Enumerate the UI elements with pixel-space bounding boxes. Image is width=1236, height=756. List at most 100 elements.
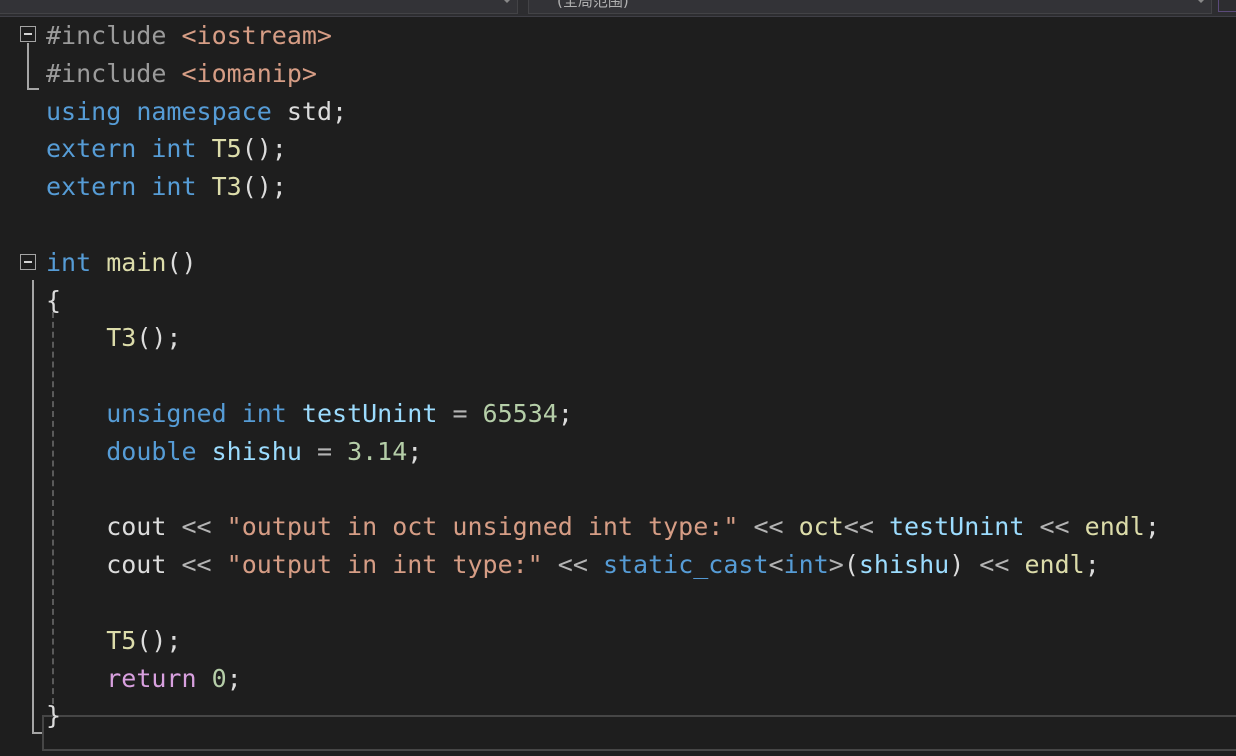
code-token: } (46, 701, 62, 731)
code-token: int (783, 550, 829, 580)
project-dropdown[interactable] (0, 0, 518, 14)
scope-dropdown[interactable]: (全局范围) (528, 0, 1212, 14)
code-token: std; (271, 96, 348, 126)
code-token: endl (1084, 512, 1145, 542)
code-token: ; (407, 436, 423, 466)
collapse-icon[interactable] (20, 26, 36, 42)
code-token: T5 (211, 134, 242, 164)
code-token: << (979, 550, 1010, 580)
code-token: = (437, 399, 483, 428)
code-token: int (151, 134, 197, 164)
code-token: int (241, 399, 287, 428)
code-token: > (828, 550, 844, 580)
code-token: << (181, 550, 212, 580)
code-token: <iostream> (181, 21, 332, 50)
code-token: cout (46, 550, 182, 580)
code-token: extern (46, 172, 137, 202)
outline-end (27, 88, 39, 90)
member-dropdown[interactable] (1218, 0, 1236, 12)
collapse-icon[interactable] (20, 254, 36, 270)
code-token: cout (46, 512, 182, 542)
code-token: (); (136, 323, 182, 353)
code-token: ; (1084, 550, 1100, 580)
code-token: oct (798, 512, 844, 542)
code-token: << (1039, 512, 1070, 542)
code-token: return (106, 663, 197, 693)
code-token: T3 (106, 323, 137, 353)
code-line[interactable]: T5(); (46, 622, 181, 660)
code-token: "output in int type:" (226, 550, 543, 580)
code-token: 65534 (482, 399, 558, 428)
code-token: << (557, 550, 588, 580)
code-line[interactable]: extern int T5(); (46, 130, 287, 168)
code-line[interactable]: using namespace std; (46, 93, 347, 131)
code-line[interactable]: T3(); (46, 319, 181, 357)
code-token: shishu (858, 550, 950, 580)
code-token: int (151, 172, 197, 202)
code-token: #include (46, 58, 182, 88)
code-line[interactable]: cout << "output in oct unsigned int type… (46, 508, 1160, 546)
code-token: testUnint (888, 512, 1025, 542)
code-token: ) (949, 550, 980, 580)
outline-guide (27, 43, 29, 90)
code-token: ; (1144, 512, 1160, 542)
code-token: static_cast (602, 550, 769, 580)
code-token: unsigned (106, 399, 227, 428)
code-line[interactable]: extern int T3(); (46, 168, 287, 206)
code-token: 3.14 (347, 436, 408, 466)
chevron-down-icon (1197, 0, 1205, 3)
code-token: double (106, 436, 197, 466)
code-token: <iomanip> (181, 58, 317, 88)
current-line-highlight (42, 715, 1236, 751)
code-token: (); (136, 625, 182, 655)
code-line[interactable]: double shishu = 3.14; (46, 433, 422, 471)
code-token: (); (241, 134, 287, 164)
code-line[interactable]: cout << "output in int type:" << static_… (46, 546, 1100, 584)
code-line[interactable]: { (46, 282, 61, 320)
code-token: ; (226, 663, 242, 693)
navigation-bar: (全局范围) (0, 0, 1236, 17)
code-line[interactable]: #include <iostream> (46, 17, 332, 55)
code-token: (); (241, 172, 287, 202)
code-token: ( (843, 550, 859, 580)
code-line[interactable]: } (46, 697, 61, 735)
code-token: T3 (211, 172, 242, 202)
code-token: = (301, 436, 348, 466)
code-token: namespace (136, 96, 272, 126)
code-editor[interactable]: #include <iostream> #include <iomanip> usi… (0, 16, 1236, 756)
code-token: 0 (211, 663, 227, 693)
code-token: << (181, 512, 212, 542)
chevron-down-icon (503, 0, 511, 3)
code-line[interactable]: unsigned int testUnint = 65534; (46, 395, 573, 433)
code-token: T5 (106, 625, 137, 655)
code-line[interactable]: int main() (46, 244, 197, 282)
code-line[interactable]: #include <iomanip> (46, 55, 317, 93)
code-token: { (46, 285, 62, 315)
code-line[interactable]: return 0; (46, 660, 242, 698)
code-token: #include (46, 21, 182, 50)
code-token: << (843, 512, 874, 542)
code-token: shishu (211, 436, 302, 466)
code-token: << (753, 512, 784, 542)
code-token: ; (557, 399, 573, 428)
